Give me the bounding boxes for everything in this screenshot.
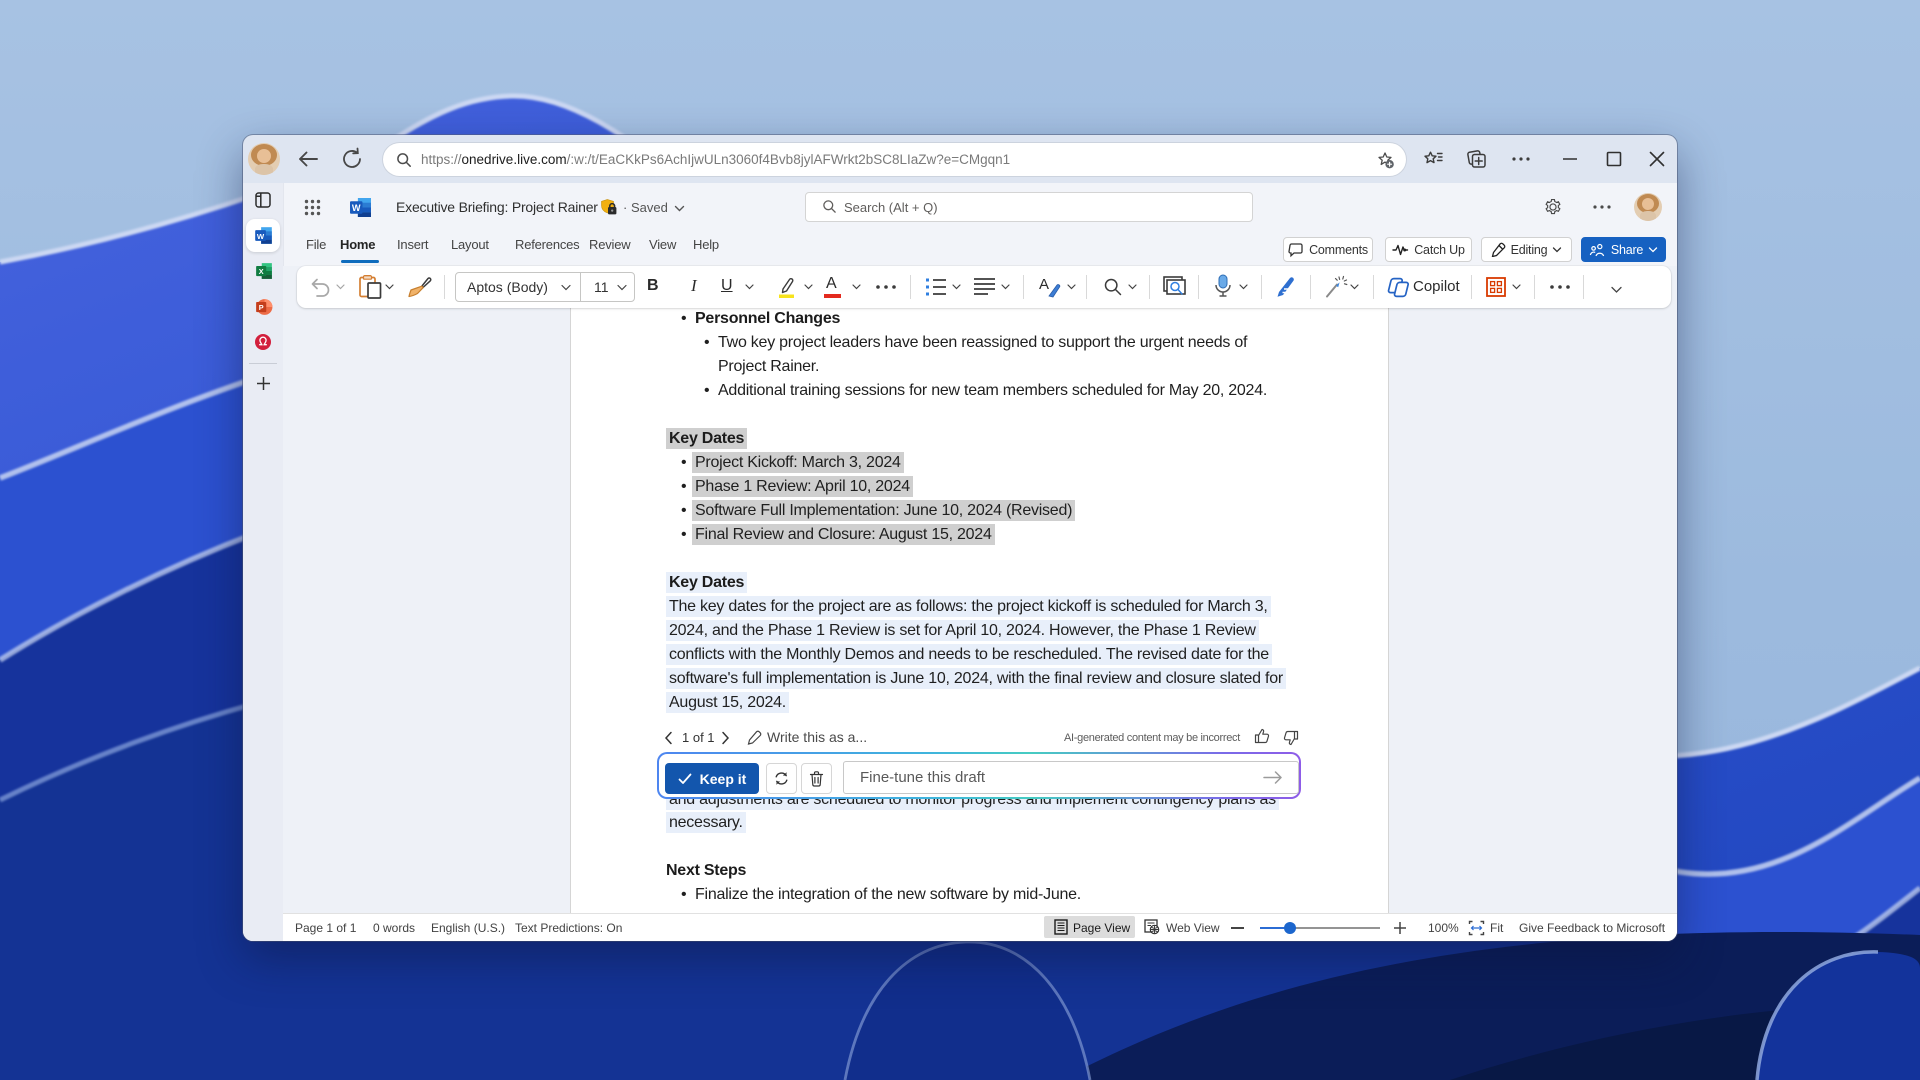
svg-text:W: W: [352, 203, 361, 213]
svg-text:X: X: [259, 267, 264, 276]
svg-text:P: P: [259, 303, 264, 312]
svg-text:W: W: [257, 232, 265, 241]
